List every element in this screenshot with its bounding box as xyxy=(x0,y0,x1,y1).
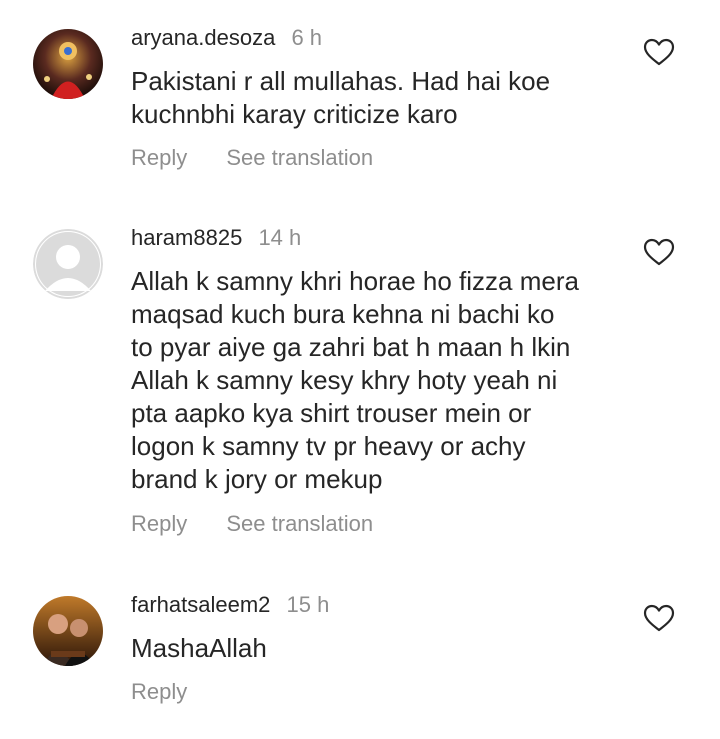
heart-outline-icon[interactable] xyxy=(642,237,676,267)
comment-meta: aryana.desoza 6 h xyxy=(131,25,322,51)
comment-time: 6 h xyxy=(291,25,323,50)
reply-button[interactable]: Reply xyxy=(131,679,187,704)
comment-text: MashaAllah xyxy=(131,633,267,663)
heart-outline-icon[interactable] xyxy=(642,37,676,67)
comment-meta: farhatsaleem2 15 h xyxy=(131,592,329,618)
comment-actions: Reply See translation xyxy=(131,511,373,537)
username-link[interactable]: haram8825 xyxy=(131,225,242,250)
comment-actions: Reply xyxy=(131,679,187,705)
comment-meta: haram8825 14 h xyxy=(131,225,301,251)
avatar[interactable] xyxy=(33,29,103,99)
username-link[interactable]: aryana.desoza xyxy=(131,25,275,50)
reply-button[interactable]: Reply xyxy=(131,511,187,536)
reply-button[interactable]: Reply xyxy=(131,145,187,170)
username-link[interactable]: farhatsaleem2 xyxy=(131,592,270,617)
avatar[interactable] xyxy=(33,229,103,299)
comment-time: 14 h xyxy=(258,225,302,250)
heart-outline-icon[interactable] xyxy=(642,603,676,633)
comment-text: Allah k samny khri horae ho fizza mera m… xyxy=(131,266,579,494)
see-translation-button[interactable]: See translation xyxy=(226,145,373,170)
comment-actions: Reply See translation xyxy=(131,145,373,171)
comment-time: 15 h xyxy=(286,592,330,617)
avatar[interactable] xyxy=(33,596,103,666)
comment-text: Pakistani r all mullahas. Had hai koe ku… xyxy=(131,66,551,129)
see-translation-button[interactable]: See translation xyxy=(226,511,373,536)
